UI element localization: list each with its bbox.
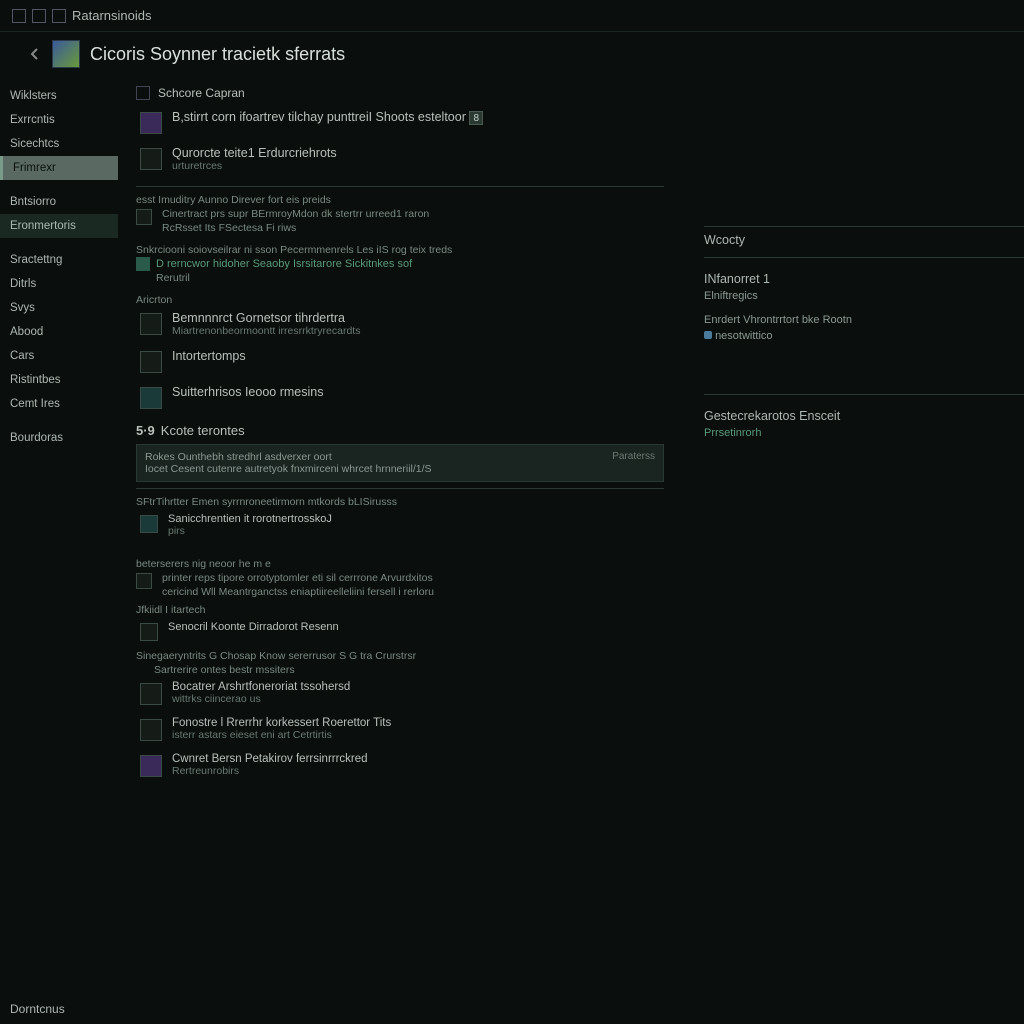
sidebar-item-11[interactable]: Ristintbes [0, 368, 118, 392]
right-heading-3: Gestecrekarotos Ensceit [704, 409, 1024, 423]
header-icon-1 [12, 9, 26, 23]
right-link[interactable]: Prrsetinrorh [704, 427, 1024, 439]
sidebar-item-1[interactable]: Exrrcntis [0, 108, 118, 132]
item-icon-4 [140, 351, 162, 373]
item-icon-1 [140, 112, 162, 134]
subtext: esst Imuditry Aunno Direver fort eis pre… [136, 193, 664, 207]
sidebar-item-3[interactable]: Frimrexr [0, 156, 118, 180]
item-icon-5 [140, 387, 162, 409]
right-dot-row: nesotwittico [704, 328, 1024, 344]
app-icon [52, 40, 80, 68]
item-icon-6 [140, 515, 158, 533]
sidebar-item-2[interactable]: Sicechtcs [0, 132, 118, 156]
sub-icon-2 [136, 573, 152, 589]
list-item-sub2[interactable]: printer reps tipore orrotyptomler eti si… [136, 571, 664, 599]
green-status: D rerncwor hidoher Seaoby Isrsitarore Si… [136, 257, 664, 271]
sidebar-item-0[interactable]: Wiklsters [0, 84, 118, 108]
list-item-2[interactable]: Qurorcte teite1 Erdurcriehrots urturetrc… [136, 142, 664, 180]
sidebar-item-7[interactable]: Ditrls [0, 272, 118, 296]
sidebar-item-5[interactable]: Eronmertoris [0, 214, 118, 238]
sidebar-item-12[interactable]: Cemt Ires [0, 392, 118, 416]
breadcrumb: Ratarnsinoids [72, 8, 152, 23]
sidebar-item-4[interactable]: Bntsiorro [0, 190, 118, 214]
list-item-1[interactable]: B,stirrt corn ifoartrev tilchay punttrei… [136, 106, 664, 142]
section-icon [136, 86, 150, 100]
sidebar-item-6[interactable]: Sractettng [0, 248, 118, 272]
section-5: 5·9 Kcote terontes [136, 423, 664, 438]
section-heading-1: Schcore Capran [136, 86, 664, 100]
header-bar: Ratarnsinoids [0, 0, 1024, 32]
list-item-9[interactable]: Fonostre l Rrerrhr korkessert Roerettor … [136, 713, 664, 749]
list-item-4[interactable]: Intortertomps [136, 345, 664, 381]
sidebar-footer[interactable]: Dorntcnus [10, 1002, 65, 1016]
header-icon-2 [32, 9, 46, 23]
center-column: Schcore Capran B,stirrt corn ifoartrev t… [136, 80, 684, 1024]
sub-icon [136, 209, 152, 225]
sidebar-item-8[interactable]: Svys [0, 296, 118, 320]
sidebar-item-9[interactable]: Abood [0, 320, 118, 344]
item-icon-10 [140, 755, 162, 777]
page-title: Cicoris Soynner tracietk sferrats [90, 44, 345, 65]
title-row: Cicoris Soynner tracietk sferrats [0, 32, 1024, 80]
back-chevron-icon[interactable] [28, 47, 42, 61]
list-item-5[interactable]: Suitterhrisos Ieooo rmesins [136, 381, 664, 417]
item-icon-8 [140, 683, 162, 705]
header-icon-3 [52, 9, 66, 23]
highlight-bar[interactable]: Rokes Ounthebh stredhrl asdverxer oort I… [136, 444, 664, 482]
sidebar: Wiklsters Exrrcntis Sicechtcs Frimrexr B… [0, 80, 118, 1024]
list-item-3[interactable]: Bemnnnrct Gornetsor tihrdertra Miartreno… [136, 307, 664, 345]
status-icon [136, 257, 150, 271]
list-item-sub1[interactable]: Cinertract prs supr BErmroyMdon dk stert… [136, 207, 664, 235]
sidebar-item-10[interactable]: Cars [0, 344, 118, 368]
right-heading-1: Wcocty [704, 233, 1024, 247]
subtext: Snkrciooni soiovseilrar ni sson Pecermme… [136, 243, 664, 257]
item-icon-9 [140, 719, 162, 741]
sidebar-item-13[interactable]: Bourdoras [0, 426, 118, 450]
item-icon-7 [140, 623, 158, 641]
list-item-7[interactable]: Senocril Koonte Dirradorot Resenn [136, 617, 664, 649]
right-column: Wcocty INfanorret 1 Elniftregics Enrdert… [684, 80, 1024, 1024]
right-heading-2: INfanorret 1 [704, 272, 1024, 286]
item-icon-2 [140, 148, 162, 170]
list-item-8[interactable]: Bocatrer Arshrtfoneroriat tssohersd witt… [136, 677, 664, 713]
list-item-10[interactable]: Cwnret Bersn Petakirov ferrsinrrrckred R… [136, 749, 664, 785]
list-item-6[interactable]: Sanicchrentien it rorotnertrosskoJ pirs [136, 509, 664, 545]
badge-1: 8 [469, 111, 483, 125]
item-icon-3 [140, 313, 162, 335]
dot-icon [704, 331, 712, 339]
